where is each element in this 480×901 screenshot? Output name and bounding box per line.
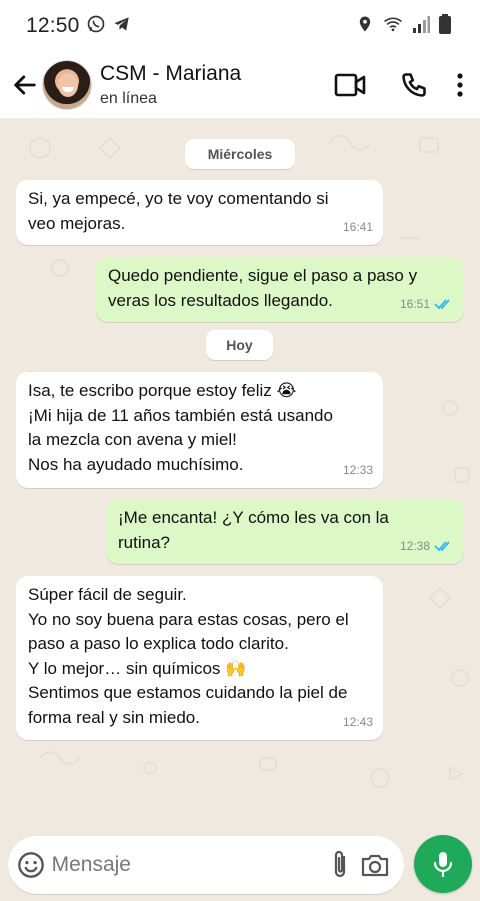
message-text: Súper fácil de seguir. Yo no soy buena p… — [28, 585, 349, 727]
status-left: 12:50 — [26, 14, 132, 39]
contact-name: CSM - Mariana — [100, 62, 242, 85]
video-call-button[interactable] — [318, 61, 382, 109]
message-bubble-outgoing[interactable]: ¡Me encanta! ¿Y cómo les va con la rutin… — [106, 499, 464, 564]
chat-area[interactable]: Miércoles Si, ya empecé, yo te voy comen… — [0, 118, 480, 830]
status-time: 12:50 — [26, 14, 80, 37]
message-meta: 16:51 — [400, 292, 454, 317]
signal-icon — [412, 14, 430, 39]
whatsapp-icon — [86, 14, 106, 39]
read-ticks-icon — [434, 299, 450, 310]
date-chip: Hoy — [206, 330, 273, 360]
contact-status: en línea — [100, 90, 157, 107]
avatar-face — [58, 73, 78, 97]
message-bubble-outgoing[interactable]: Quedo pendiente, sigue el paso a paso y … — [96, 257, 464, 322]
voice-message-button[interactable] — [414, 835, 472, 893]
composer-bar — [0, 830, 480, 901]
header-actions — [318, 61, 474, 109]
back-arrow-icon — [14, 75, 36, 95]
message-time: 12:33 — [342, 462, 373, 477]
composer-pill — [8, 836, 404, 894]
message-bubble-incoming[interactable]: Súper fácil de seguir. Yo no soy buena p… — [16, 576, 383, 740]
message-time: 12:43 — [342, 714, 373, 729]
message-bubble-incoming[interactable]: Si, ya empecé, yo te voy comentando si v… — [16, 180, 383, 245]
chat-header: CSM - Mariana en línea — [0, 52, 480, 118]
message-meta: 16:41 — [343, 215, 373, 240]
phone-icon — [402, 73, 426, 97]
location-icon — [356, 14, 374, 39]
attach-icon — [334, 850, 346, 878]
battery-icon — [438, 13, 452, 40]
message-time: 16:41 — [342, 219, 373, 234]
back-button[interactable] — [4, 64, 46, 106]
message-text: Si, ya empecé, yo te voy comentando si v… — [28, 189, 329, 233]
message-meta: 12:43 — [343, 710, 373, 735]
date-chip: Miércoles — [185, 139, 295, 169]
more-options-icon — [457, 73, 463, 97]
microphone-icon — [433, 852, 453, 878]
avatar[interactable] — [42, 60, 92, 110]
voice-call-button[interactable] — [382, 61, 446, 109]
message-time: 16:51 — [399, 296, 430, 311]
message-text: Isa, te escribo porque estoy feliz 😭 ¡Mi… — [28, 381, 333, 474]
attach-button[interactable] — [323, 839, 358, 891]
camera-button[interactable] — [357, 839, 392, 891]
read-ticks-icon — [434, 541, 450, 552]
status-bar: 12:50 — [0, 0, 480, 52]
camera-icon — [361, 854, 388, 877]
emoji-icon — [17, 852, 44, 878]
wifi-icon — [382, 14, 404, 39]
contact-info[interactable]: CSM - Mariana en línea — [100, 62, 318, 108]
emoji-button[interactable] — [12, 839, 50, 891]
message-time: 12:38 — [399, 538, 430, 553]
video-call-icon — [334, 73, 366, 97]
more-options-button[interactable] — [446, 61, 474, 109]
status-right — [356, 13, 452, 40]
message-meta: 12:38 — [400, 534, 454, 559]
telegram-icon — [112, 14, 132, 39]
message-meta: 12:33 — [343, 458, 373, 483]
message-input[interactable] — [51, 853, 323, 877]
message-bubble-incoming[interactable]: Isa, te escribo porque estoy feliz 😭 ¡Mi… — [16, 372, 383, 488]
